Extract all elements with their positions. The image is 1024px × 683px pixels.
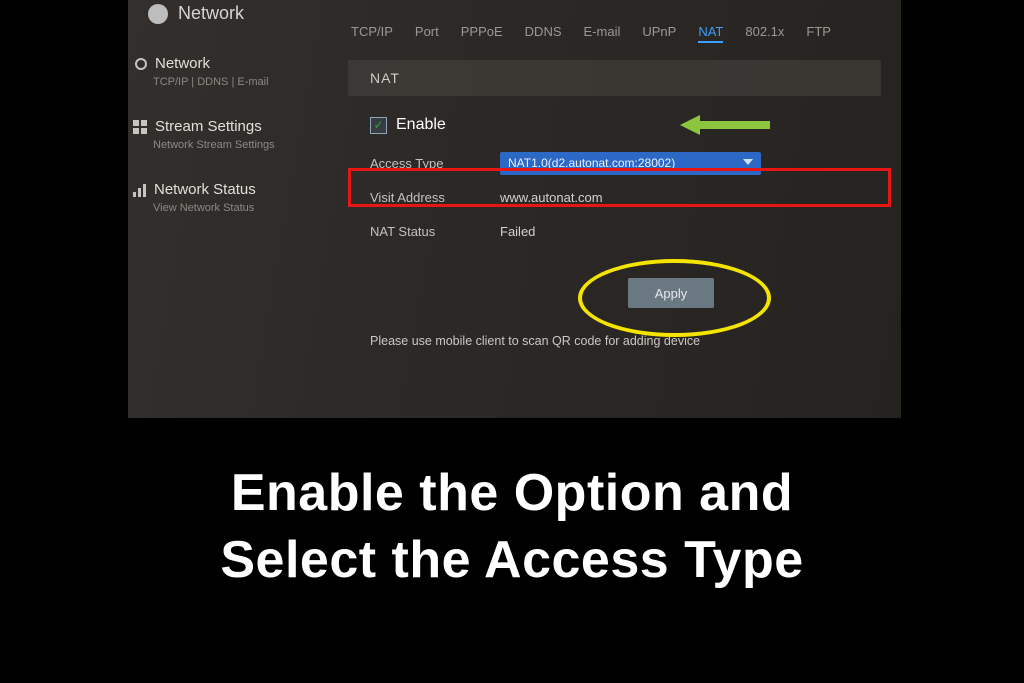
sidebar-item-label: Network xyxy=(155,55,210,72)
enable-checkbox[interactable]: ✓ xyxy=(370,117,387,134)
header: Network xyxy=(148,3,244,24)
apply-area: Apply xyxy=(370,266,859,326)
sidebar-item-label: Network Status xyxy=(154,181,256,198)
access-type-dropdown[interactable]: NAT1.0(d2.autonat.com:28002) xyxy=(500,152,761,175)
visit-address-label: Visit Address xyxy=(370,190,500,205)
sidebar-item-network-status[interactable]: Network Status View Network Status xyxy=(133,181,338,214)
sidebar-item-sublabel: View Network Status xyxy=(153,202,338,214)
sidebar-item-sublabel: Network Stream Settings xyxy=(153,139,338,151)
tab-nat[interactable]: NAT xyxy=(698,24,723,43)
instruction-caption: Enable the Option and Select the Access … xyxy=(0,460,1024,593)
visit-address-value: www.autonat.com xyxy=(500,190,603,205)
network-globe-icon xyxy=(148,4,168,24)
access-type-value: NAT1.0(d2.autonat.com:28002) xyxy=(508,156,675,170)
page-title: Network xyxy=(178,3,244,24)
circle-icon xyxy=(135,58,147,70)
tab-bar: TCP/IP Port PPPoE DDNS E-mail UPnP NAT 8… xyxy=(351,24,831,43)
enable-row: ✓ Enable xyxy=(370,114,859,136)
tab-tcpip[interactable]: TCP/IP xyxy=(351,24,393,43)
access-type-label: Access Type xyxy=(370,156,500,171)
apply-button[interactable]: Apply xyxy=(628,278,714,308)
tab-8021x[interactable]: 802.1x xyxy=(745,24,784,43)
nat-status-value: Failed xyxy=(500,224,535,239)
arrow-left-icon xyxy=(680,114,770,136)
caption-line-1: Enable the Option and xyxy=(0,460,1024,527)
sidebar-item-network[interactable]: Network TCP/IP | DDNS | E-mail xyxy=(133,55,338,88)
access-type-row: Access Type NAT1.0(d2.autonat.com:28002) xyxy=(370,146,859,180)
tab-upnp[interactable]: UPnP xyxy=(642,24,676,43)
sidebar-item-stream-settings[interactable]: Stream Settings Network Stream Settings xyxy=(133,118,338,151)
tab-email[interactable]: E-mail xyxy=(584,24,621,43)
tab-ddns[interactable]: DDNS xyxy=(525,24,562,43)
page-root: Network Network TCP/IP | DDNS | E-mail S… xyxy=(0,0,1024,683)
nat-status-label: NAT Status xyxy=(370,224,500,239)
sidebar-item-sublabel: TCP/IP | DDNS | E-mail xyxy=(153,76,338,88)
tab-port[interactable]: Port xyxy=(415,24,439,43)
qr-instruction: Please use mobile client to scan QR code… xyxy=(370,334,859,348)
grid-icon xyxy=(133,120,147,134)
section-heading: NAT xyxy=(348,60,881,96)
enable-label: Enable xyxy=(396,116,446,134)
tab-ftp[interactable]: FTP xyxy=(806,24,831,43)
sidebar-item-label: Stream Settings xyxy=(155,118,262,135)
visit-address-row: Visit Address www.autonat.com xyxy=(370,180,859,214)
bars-icon xyxy=(133,183,146,197)
content-area: NAT ✓ Enable Access Type NAT1.0(d2.auton… xyxy=(348,60,881,348)
chevron-down-icon xyxy=(743,159,753,165)
nat-status-row: NAT Status Failed xyxy=(370,214,859,248)
sidebar: Network TCP/IP | DDNS | E-mail Stream Se… xyxy=(133,55,338,244)
nvr-screenshot: Network Network TCP/IP | DDNS | E-mail S… xyxy=(128,0,901,418)
tab-pppoe[interactable]: PPPoE xyxy=(461,24,503,43)
form-area: ✓ Enable Access Type NAT1.0(d2.autonat.c… xyxy=(348,96,881,348)
caption-line-2: Select the Access Type xyxy=(0,527,1024,594)
